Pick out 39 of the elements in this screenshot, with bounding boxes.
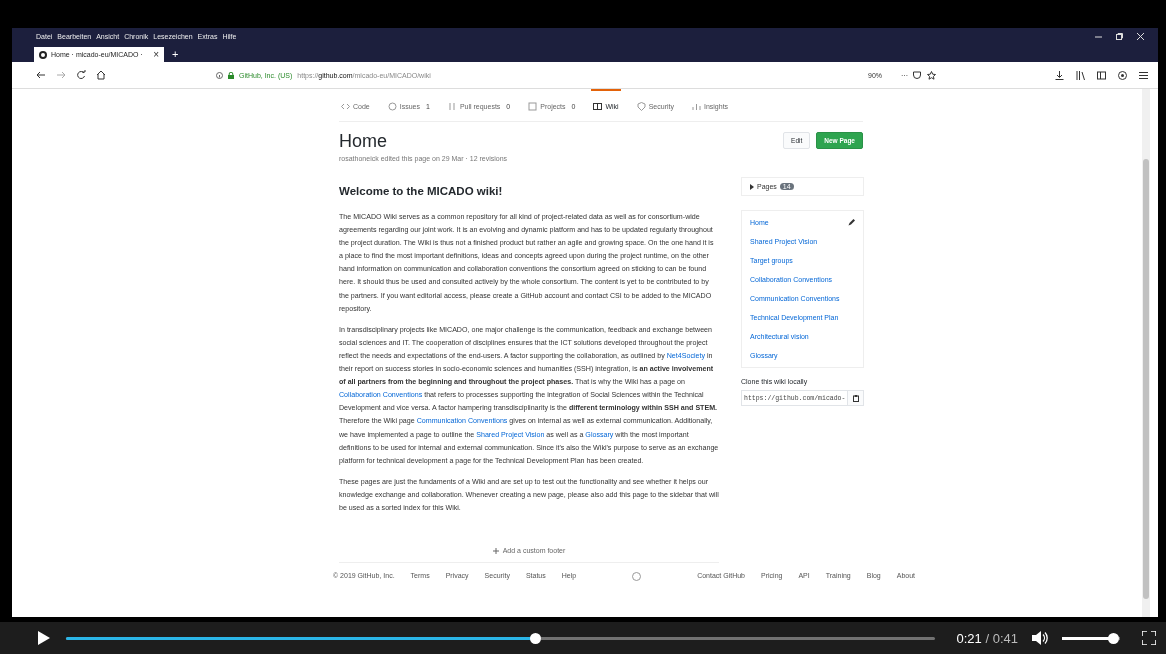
pull-request-icon (447, 101, 457, 111)
volume-thumb[interactable] (1108, 632, 1120, 644)
code-icon (341, 101, 350, 111)
book-icon (593, 101, 603, 111)
fullscreen-icon[interactable] (1142, 631, 1156, 645)
current-time: 0:21 (956, 630, 982, 646)
extension-icon[interactable] (1118, 70, 1127, 80)
shield-icon (636, 101, 646, 111)
sidebar-icon[interactable] (1097, 70, 1106, 80)
clipboard-icon (852, 394, 859, 402)
plus-icon (492, 547, 499, 554)
menu-icon[interactable] (1139, 70, 1148, 80)
volume-icon[interactable] (1032, 631, 1048, 645)
progress-thumb[interactable] (530, 632, 541, 644)
copy-button[interactable] (847, 391, 864, 405)
minimize-icon[interactable] (1095, 33, 1102, 40)
close-icon[interactable] (1137, 33, 1144, 40)
play-button[interactable] (38, 631, 50, 645)
restore-icon[interactable] (1116, 33, 1123, 40)
duration: / 0:41 (985, 630, 1018, 646)
pencil-icon[interactable] (848, 219, 856, 226)
star-icon[interactable] (927, 70, 936, 80)
page-title: Home (339, 130, 388, 152)
pocket-icon[interactable] (913, 70, 921, 79)
download-icon[interactable] (1055, 70, 1064, 80)
graph-icon (691, 101, 701, 111)
back-icon[interactable] (36, 70, 46, 80)
lock-icon (228, 71, 234, 79)
wiki-heading: Welcome to the MICADO wiki! (339, 184, 504, 198)
issue-icon (387, 101, 397, 111)
close-tab-button[interactable]: × (153, 49, 159, 60)
home-icon[interactable] (96, 70, 106, 80)
library-icon[interactable] (1076, 70, 1085, 80)
new-tab-button[interactable]: + (172, 48, 179, 60)
info-icon[interactable] (216, 71, 223, 79)
scrollbar-thumb[interactable] (1143, 159, 1149, 599)
project-icon (528, 101, 538, 111)
caret-icon (750, 183, 754, 190)
reload-icon[interactable] (76, 70, 86, 80)
